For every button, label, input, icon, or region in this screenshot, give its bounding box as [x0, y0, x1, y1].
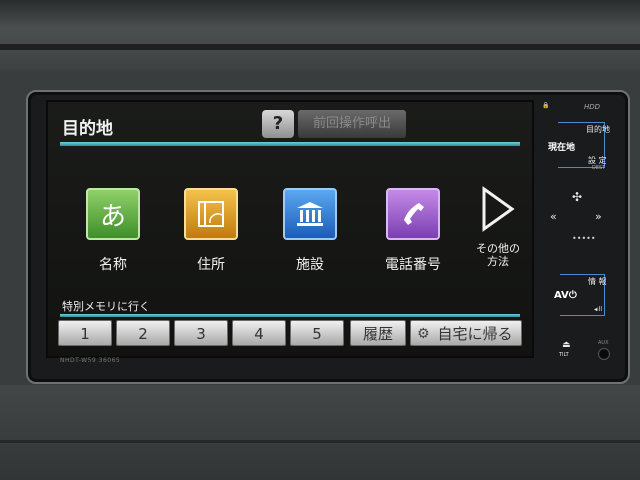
- play-triangle-icon: [468, 186, 528, 236]
- info-button[interactable]: 情 報: [588, 276, 607, 287]
- phone-icon: [386, 188, 440, 240]
- search-by-phone-button[interactable]: 電話番号: [373, 188, 453, 274]
- other-methods-button[interactable]: その他の 方法: [468, 186, 528, 268]
- memory-button-2[interactable]: 2: [116, 320, 170, 346]
- help-button[interactable]: ?: [262, 110, 294, 138]
- hdd-label: HDD: [584, 103, 601, 111]
- memory-button-1[interactable]: 1: [58, 320, 112, 346]
- previous-operation-button[interactable]: 前回操作呼出: [298, 110, 406, 138]
- av-power-button[interactable]: AV⏻: [554, 290, 577, 301]
- map-icon: [184, 188, 238, 240]
- history-button[interactable]: 履歴: [350, 320, 406, 346]
- model-number: NHDT-W59 36065: [60, 357, 121, 364]
- lock-icon: 🔒: [542, 102, 550, 109]
- aux-jack[interactable]: [598, 348, 610, 360]
- tilt-label: TILT: [559, 352, 569, 358]
- scroll-dots-icon: •••••: [572, 234, 596, 243]
- search-by-name-label: 名称: [99, 257, 127, 273]
- search-by-address-label: 住所: [197, 257, 225, 273]
- aux-label: AUX: [598, 340, 609, 346]
- current-location-button[interactable]: 現在地: [548, 140, 575, 153]
- search-by-phone-label: 電話番号: [385, 257, 441, 273]
- header-divider: [60, 142, 520, 146]
- eject-icon[interactable]: ⏏: [562, 340, 571, 350]
- search-by-facility-label: 施設: [296, 257, 324, 273]
- search-by-name-button[interactable]: あ 名称: [78, 188, 148, 274]
- volume-icon: ◂ıll: [594, 306, 603, 313]
- dashboard-top: [0, 0, 640, 70]
- other-methods-label: その他の 方法: [476, 242, 520, 268]
- scroll-cross-icon[interactable]: ✣: [572, 190, 582, 204]
- dashboard-line: [0, 440, 640, 443]
- memory-button-3[interactable]: 3: [174, 320, 228, 346]
- memory-divider: [60, 314, 520, 317]
- building-icon: [283, 188, 337, 240]
- hiragana-a-icon: あ: [86, 188, 140, 240]
- search-by-address-button[interactable]: 住所: [176, 188, 246, 274]
- special-memory-label: 特別メモリに行く: [62, 300, 150, 313]
- navigation-screen: 目的地 ? 前回操作呼出 あ 名称 住所 施設 電話番号 その他の 方法 特別メ…: [46, 100, 534, 358]
- home-gear-icon: ⚙: [417, 326, 430, 342]
- page-title: 目的地: [62, 119, 113, 139]
- destination-hard-button[interactable]: 目的地: [586, 124, 610, 135]
- memory-button-row: 1 2 3 4 5 履歴 ⚙ 自宅に帰る: [56, 320, 526, 346]
- go-home-button[interactable]: ⚙ 自宅に帰る: [410, 320, 522, 346]
- power-icon: ⏻: [568, 290, 577, 301]
- go-home-label: 自宅に帰る: [437, 325, 513, 343]
- dest-sub-label: DEST: [592, 165, 606, 171]
- memory-button-5[interactable]: 5: [290, 320, 344, 346]
- search-by-facility-button[interactable]: 施設: [275, 188, 345, 274]
- dashboard-bottom: [0, 385, 640, 480]
- dashboard-groove: [0, 44, 640, 50]
- zoom-in-icon[interactable]: «: [550, 210, 557, 223]
- av-label: AV: [554, 290, 569, 301]
- zoom-out-icon[interactable]: »: [595, 210, 602, 223]
- memory-button-4[interactable]: 4: [232, 320, 286, 346]
